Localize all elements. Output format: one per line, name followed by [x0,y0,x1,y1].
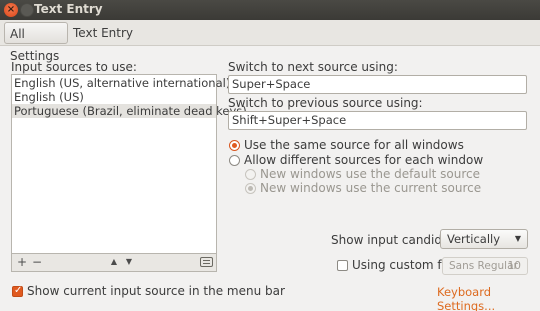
show-in-menu-bar-label: Show current input source in the menu ba… [27,284,285,298]
radio-same-source[interactable] [229,140,240,151]
list-item[interactable]: Portuguese (Brazil, eliminate dead keys) [12,104,247,118]
all-settings-button[interactable]: All Settings [4,22,68,63]
move-up-button[interactable]: ▲ [108,256,120,269]
keyboard-icon[interactable] [200,257,213,267]
radio-different-sources-label: Allow different sources for each window [244,153,484,167]
radio-same-source-label: Use the same source for all windows [244,138,464,152]
radio-current-source-label: New windows use the current source [260,181,482,195]
breadcrumb-current[interactable]: Text Entry [68,22,138,44]
radio-default-source[interactable] [245,169,256,180]
input-sources-toolbar: + − ▲ ▼ [11,254,217,272]
title-bar: × Text Entry [0,0,540,20]
add-source-button[interactable]: + [16,256,28,269]
radio-default-source-label: New windows use the default source [260,167,481,181]
input-sources-label: Input sources to use: [11,60,137,74]
chevron-down-icon: ▼ [514,234,521,243]
show-in-menu-bar-checkbox[interactable] [12,285,23,297]
breadcrumb: All Settings Text Entry [0,20,540,63]
switch-prev-label: Switch to previous source using: [228,96,423,110]
radio-current-source[interactable] [245,183,256,194]
radio-different-sources[interactable] [229,155,240,166]
list-item[interactable]: English (US, alternative international) [12,76,230,90]
minimize-icon[interactable] [20,3,34,17]
close-icon[interactable]: × [4,3,18,17]
switch-next-label: Switch to next source using: [228,60,398,74]
font-picker-button[interactable]: Sans Regular 10 [442,257,528,275]
candidates-value: Vertically [447,232,501,246]
remove-source-button[interactable]: − [31,256,43,269]
candidates-dropdown[interactable]: Vertically ▼ [440,229,528,249]
keyboard-settings-link[interactable]: Keyboard Settings... [437,285,540,311]
switch-next-field[interactable]: Super+Space [228,75,527,94]
font-size: 10 [507,260,521,272]
move-down-button[interactable]: ▼ [123,256,135,269]
switch-prev-field[interactable]: Shift+Super+Space [228,111,527,130]
input-sources-list[interactable]: English (US, alternative international) … [11,74,247,254]
list-item[interactable]: English (US) [12,90,216,104]
custom-font-checkbox[interactable] [337,260,348,271]
window-title: Text Entry [34,2,103,16]
